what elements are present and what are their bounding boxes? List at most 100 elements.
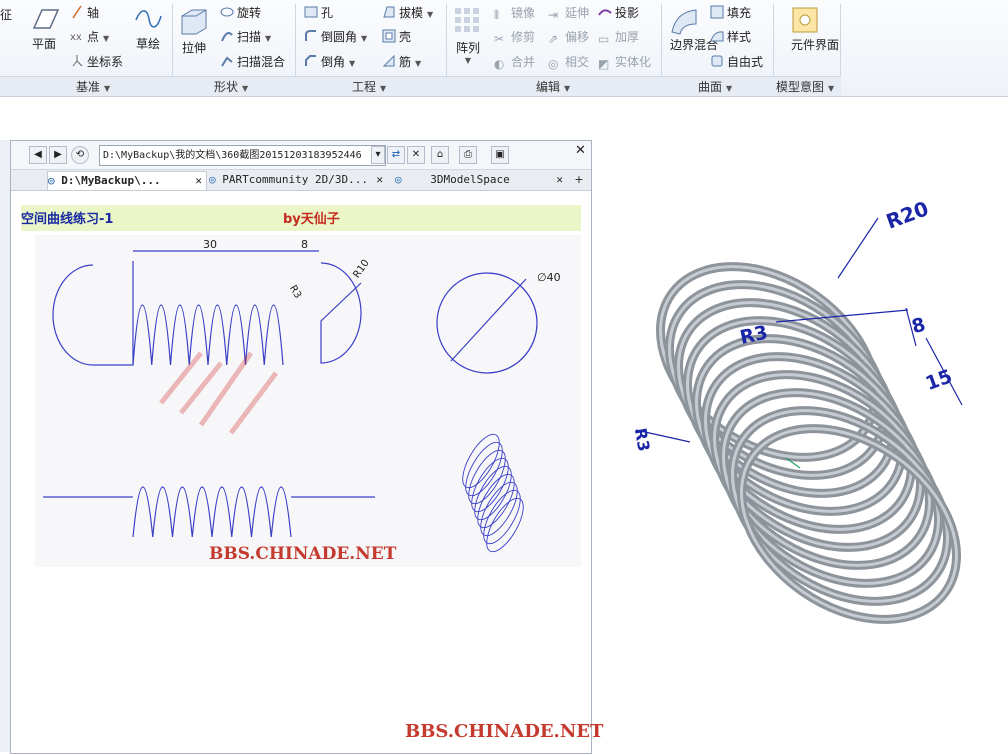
label-r3-left: R3 (631, 427, 654, 453)
new-tab-icon[interactable]: + (571, 171, 587, 189)
merge-icon: ◐ (494, 57, 505, 71)
chamfer-icon (305, 55, 316, 66)
intersect-icon: ◎ (548, 57, 559, 71)
mirror-button[interactable]: ⫴ 镜像 (494, 4, 535, 22)
trim-button[interactable]: ✂ 修剪 (494, 28, 535, 46)
drawing-document: 空间曲线练习-1 by天仙子 30 8 R10 R3 ∅40 BBS.CHINA… (21, 203, 581, 573)
dim-8-text: 8 (301, 238, 308, 251)
tab-partcommunity[interactable]: ◎ PARTcommunity 2D/3D... ✕ (209, 171, 387, 189)
group-label-editing[interactable]: 编辑 ▼ (536, 78, 570, 95)
point-button[interactable]: xx 点 ▼ (70, 28, 109, 45)
mirror-label: 镜像 (511, 6, 536, 20)
plane-button[interactable]: 平面 (26, 6, 62, 52)
thicken-button[interactable]: ▭ 加厚 (598, 28, 639, 46)
offset-button[interactable]: ⇗ 偏移 (548, 28, 589, 46)
group-label-engineering[interactable]: 工程 ▼ (352, 78, 386, 95)
sweep-button[interactable]: 扫描 ▼ (220, 28, 271, 45)
sweep-caret-icon[interactable]: ▼ (265, 34, 271, 43)
swept-blend-button[interactable]: 扫描混合 (220, 53, 285, 70)
tab-close-icon[interactable]: ✕ (556, 171, 563, 189)
freestyle-label: 自由式 (727, 55, 764, 69)
tab-close-icon[interactable]: ✕ (376, 171, 383, 189)
rib-icon (382, 54, 395, 67)
pattern-label: 阵列 (455, 41, 480, 55)
tab-close-icon[interactable]: ✕ (195, 172, 202, 190)
point-caret-icon[interactable]: ▼ (103, 34, 109, 43)
spring-model: R20 R3 8 15 R3 (631, 196, 963, 624)
component-interface-button[interactable]: 元件界面 (784, 6, 840, 52)
group-label-datum[interactable]: 基准 ▼ (76, 78, 110, 95)
shell-button[interactable]: 壳 (382, 28, 411, 45)
swept-blend-icon (221, 56, 233, 67)
sketch-button[interactable]: 草绘 (132, 6, 164, 52)
freestyle-button[interactable]: 自由式 (710, 53, 763, 70)
model-viewport[interactable]: R20 R3 8 15 R3 (600, 100, 1008, 752)
trim-label: 修剪 (511, 30, 536, 44)
browser-tab-strip: ◎ D:\MyBackup\... ✕ ◎ PARTcommunity 2D/3… (11, 170, 591, 191)
sketch-icon (135, 10, 162, 28)
csys-button[interactable]: 坐标系 (70, 53, 123, 70)
tab-local-file[interactable]: ◎ D:\MyBackup\... ✕ (47, 171, 207, 190)
offset-icon: ⇗ (548, 32, 559, 46)
thicken-icon: ▭ (598, 32, 610, 46)
project-button[interactable]: 投影 (598, 4, 639, 21)
group-label-shape[interactable]: 形状 ▼ (214, 78, 248, 95)
extend-label: 延伸 (565, 6, 590, 20)
label-r3-top: R3 (738, 322, 770, 349)
axis-button[interactable]: 轴 (70, 4, 99, 21)
extrude-button[interactable]: 拉伸 (176, 6, 212, 56)
stop-icon[interactable]: ✕ (407, 146, 425, 164)
hole-button[interactable]: 孔 (304, 4, 333, 21)
csys-label: 坐标系 (87, 55, 124, 69)
component-interface-label: 元件界面 (791, 38, 840, 52)
history-icon[interactable]: ⟲ (71, 146, 89, 164)
save-icon[interactable]: ▣ (491, 146, 509, 164)
forward-icon[interactable]: ▶ (49, 146, 67, 164)
close-browser-icon[interactable]: ✕ (575, 143, 586, 158)
revolve-button[interactable]: 旋转 (220, 4, 261, 21)
boundary-blend-icon (671, 9, 697, 35)
home-icon[interactable]: ⌂ (431, 146, 449, 164)
round-button[interactable]: 倒圆角 ▼ (304, 28, 367, 45)
pattern-caret-icon[interactable]: ▼ (452, 56, 484, 65)
rib-button[interactable]: 筋 ▼ (382, 53, 421, 70)
extend-button[interactable]: ⇥ 延伸 (548, 4, 589, 22)
thicken-label: 加厚 (615, 30, 640, 44)
boundary-blend-button[interactable]: 边界混合 (666, 6, 719, 52)
svg-text:xx: xx (70, 32, 82, 43)
style-button[interactable]: 样式 (710, 28, 751, 45)
draft-caret-icon[interactable]: ▼ (427, 10, 433, 19)
print-icon[interactable]: ⎙ (459, 146, 477, 164)
chamfer-button[interactable]: 倒角 ▼ (304, 53, 355, 70)
refresh-icon[interactable]: ⇄ (387, 146, 405, 164)
solidify-button[interactable]: ◩ 实体化 (598, 53, 651, 71)
draft-label: 拔模 (399, 6, 424, 20)
rib-caret-icon[interactable]: ▼ (415, 59, 421, 68)
boundary-blend-label: 边界混合 (670, 38, 719, 52)
chamfer-caret-icon[interactable]: ▼ (349, 59, 355, 68)
group-label-surfaces[interactable]: 曲面 ▼ (698, 78, 732, 95)
address-input[interactable]: D:\MyBackup\我的文档\360截图20151203183952446 (99, 145, 386, 166)
cut-label[interactable]: 征 (0, 6, 12, 23)
merge-button[interactable]: ◐ 合并 (494, 53, 535, 71)
revolve-icon (220, 7, 234, 17)
round-caret-icon[interactable]: ▼ (361, 34, 367, 43)
chamfer-label: 倒角 (321, 55, 346, 69)
fill-button[interactable]: 填充 (710, 4, 751, 21)
doc-author: by天仙子 (283, 211, 340, 227)
draft-button[interactable]: 拔模 ▼ (382, 4, 433, 21)
tab-3dmodelspace[interactable]: ◎ 3DModelSpace ✕ (395, 171, 567, 189)
fill-icon (710, 5, 724, 19)
sweep-label: 扫描 (237, 30, 262, 44)
swept-blend-label: 扫描混合 (237, 55, 286, 69)
intersect-button[interactable]: ◎ 相交 (548, 53, 589, 71)
pattern-button[interactable]: 阵列 ▼ (452, 6, 484, 65)
tab-globe-icon: ◎ (209, 173, 216, 186)
address-dropdown-icon[interactable]: ▾ (371, 146, 385, 164)
merge-label: 合并 (511, 55, 536, 69)
solidify-label: 实体化 (615, 55, 652, 69)
plane-label: 平面 (31, 37, 56, 51)
group-label-model-intent[interactable]: 模型意图 ▼ (776, 78, 834, 95)
back-icon[interactable]: ◀ (29, 146, 47, 164)
extrude-icon (181, 9, 207, 35)
